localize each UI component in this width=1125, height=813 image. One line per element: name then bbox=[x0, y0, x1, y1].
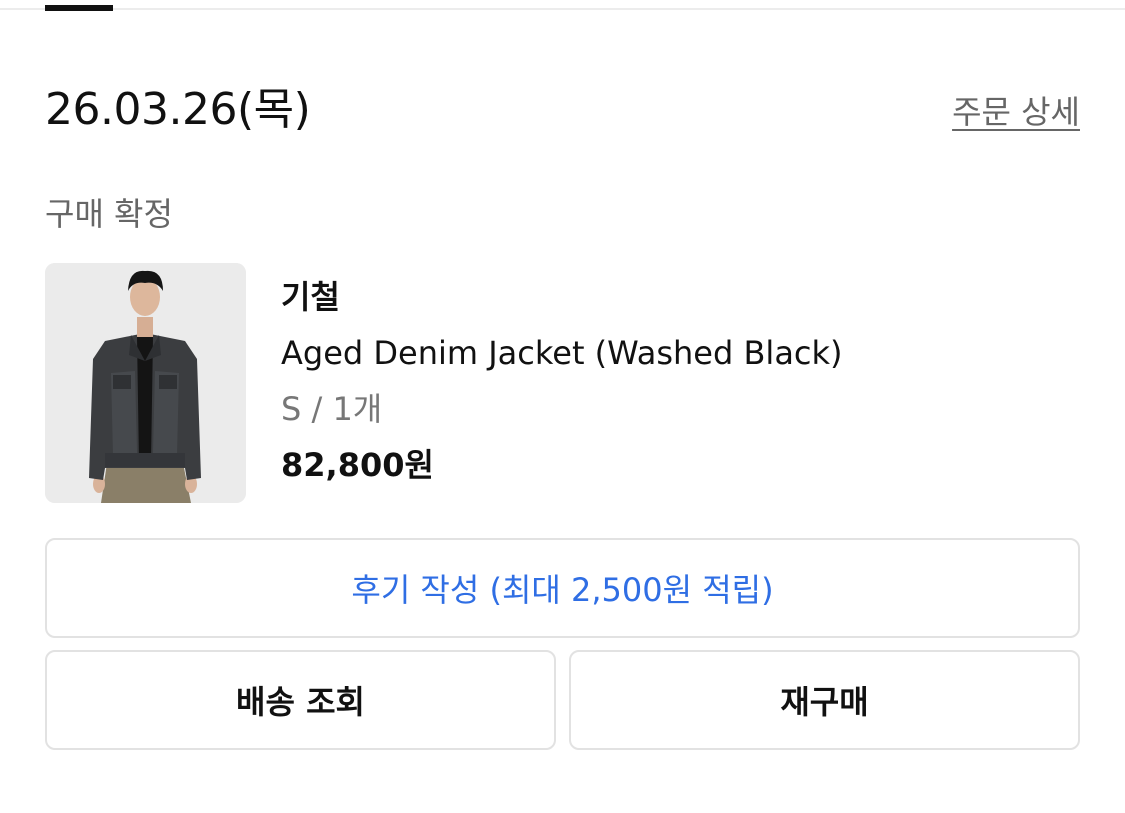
order-status: 구매 확정 bbox=[45, 195, 173, 233]
rebuy-button[interactable]: 재구매 bbox=[569, 650, 1080, 750]
active-tab-indicator bbox=[45, 5, 113, 11]
order-detail-link[interactable]: 주문 상세 bbox=[952, 90, 1080, 134]
product-thumbnail[interactable] bbox=[45, 263, 246, 503]
product-option: S / 1개 bbox=[281, 390, 383, 428]
brand-name[interactable]: 기철 bbox=[281, 275, 843, 319]
order-date: 26.03.26(목) bbox=[45, 84, 311, 135]
track-delivery-button[interactable]: 배송 조회 bbox=[45, 650, 556, 750]
write-review-button[interactable]: 후기 작성 (최대 2,500원 적립) bbox=[45, 538, 1080, 638]
product-photo bbox=[45, 263, 246, 503]
product-price: 82,800원 bbox=[281, 446, 434, 484]
top-divider bbox=[0, 8, 1125, 10]
product-name[interactable]: Aged Denim Jacket (Washed Black) bbox=[281, 331, 843, 375]
product-info: 기철 Aged Denim Jacket (Washed Black) S / … bbox=[281, 275, 843, 487]
